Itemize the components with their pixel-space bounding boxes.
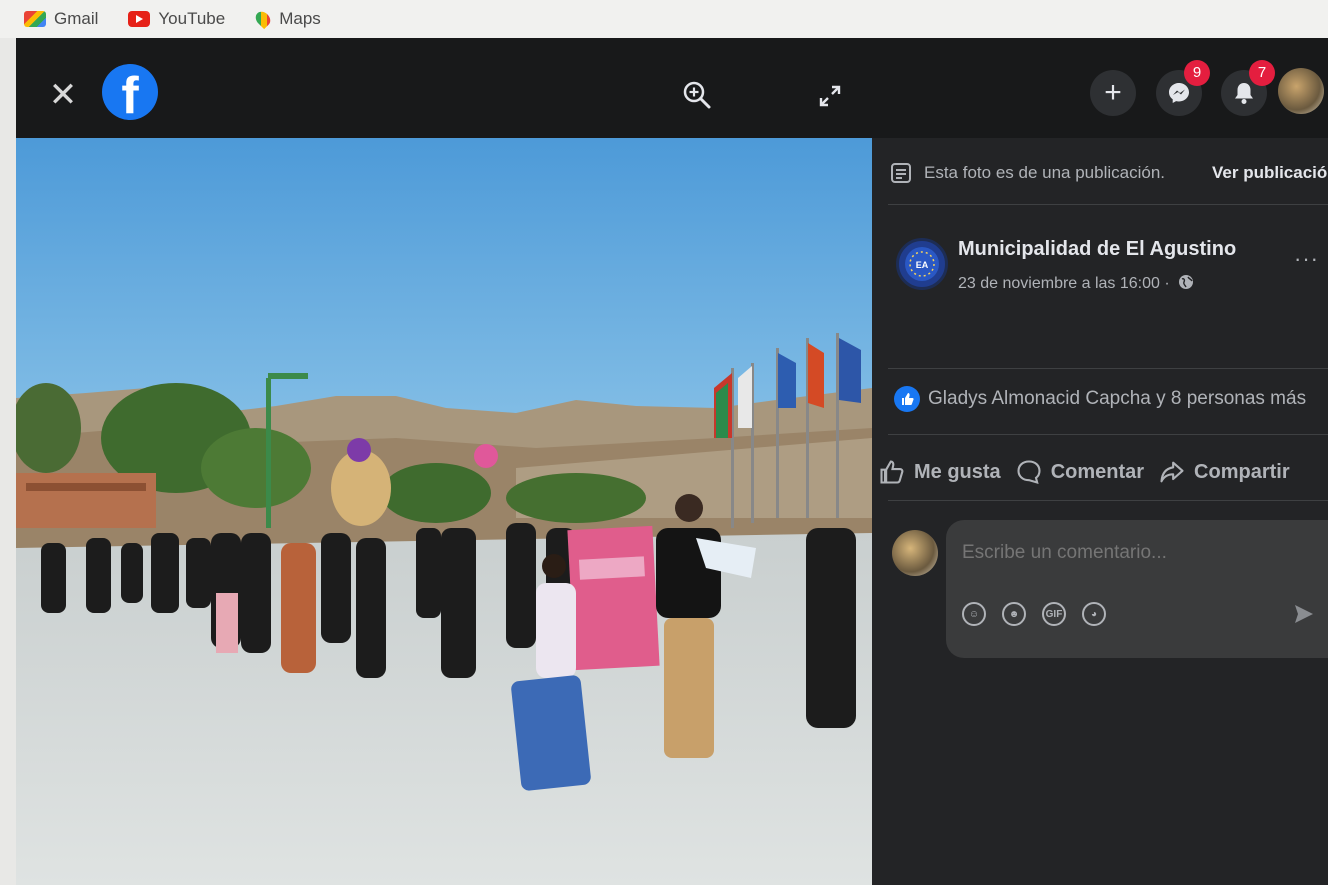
share-label: Compartir [1194, 460, 1290, 483]
gif-icon[interactable]: GIF [1042, 602, 1066, 626]
reactions-summary[interactable]: Gladys Almonacid Capcha y 8 personas más [894, 386, 1306, 412]
comment-tools: ☺ ☻ GIF ◕ [962, 602, 1106, 626]
gmail-icon [24, 11, 46, 27]
share-button[interactable]: Compartir [1158, 458, 1290, 486]
comment-label: Comentar [1050, 460, 1145, 483]
notifications-badge: 7 [1249, 60, 1275, 86]
post-date[interactable]: 23 de noviembre a las 16:00 · [958, 274, 1194, 293]
youtube-icon [128, 11, 151, 27]
post-notice: Esta foto es de una publicación. Ver pub… [890, 158, 1328, 188]
create-button[interactable]: + [1090, 70, 1136, 116]
divider [888, 500, 1328, 501]
bookmark-label: Maps [279, 9, 321, 28]
document-icon [891, 163, 911, 183]
bookmark-gmail[interactable]: Gmail [24, 9, 98, 29]
like-label: Me gusta [914, 460, 1001, 483]
divider [888, 368, 1328, 369]
browser-side-strip [0, 38, 16, 885]
photo-image [16, 138, 872, 885]
thumbs-up-icon [880, 460, 904, 484]
like-button[interactable]: Me gusta [878, 458, 1001, 486]
zoom-in-icon[interactable] [682, 80, 712, 110]
post-side-panel: Esta foto es de una publicación. Ver pub… [872, 138, 1328, 885]
close-button[interactable]: ✕ [46, 78, 80, 112]
comment-input[interactable] [962, 542, 1282, 564]
viewer-top-bar: ✕ f + 9 7 [16, 38, 1328, 138]
more-options-button[interactable]: ··· [1294, 246, 1319, 272]
messenger-badge: 9 [1184, 60, 1210, 86]
send-icon[interactable] [1292, 602, 1316, 626]
divider [888, 434, 1328, 435]
page-name[interactable]: Municipalidad de El Agustino [958, 238, 1236, 261]
share-icon [1160, 461, 1184, 483]
maps-icon [253, 8, 274, 30]
post-date-text: 23 de noviembre a las 16:00 · [958, 275, 1170, 292]
facebook-logo[interactable]: f [102, 64, 158, 120]
notice-text: Esta foto es de una publicación. [924, 163, 1165, 182]
page-logo-icon: EA [905, 247, 939, 281]
like-reaction-icon [894, 386, 920, 412]
fullscreen-icon[interactable] [818, 84, 842, 108]
likes-text: Gladys Almonacid Capcha y 8 personas más [928, 388, 1307, 409]
svg-text:EA: EA [916, 260, 929, 270]
bookmarks-bar: Gmail YouTube Maps [0, 0, 1328, 38]
profile-avatar[interactable] [1278, 68, 1324, 114]
globe-icon [1179, 275, 1194, 289]
emoji-icon[interactable]: ☻ [1002, 602, 1026, 626]
comment-composer: ☺ ☻ GIF ◕ [946, 520, 1328, 658]
divider [888, 204, 1328, 205]
comment-icon [1017, 460, 1041, 485]
avatar-sticker-icon[interactable]: ☺ [962, 602, 986, 626]
commenter-avatar[interactable] [892, 530, 938, 576]
messenger-icon [1169, 83, 1189, 103]
page-avatar[interactable]: EA [896, 238, 948, 290]
bookmark-label: Gmail [54, 9, 99, 28]
bookmark-label: YouTube [158, 9, 226, 28]
bell-icon [1235, 83, 1253, 104]
bookmark-youtube[interactable]: YouTube [128, 9, 225, 29]
sticker-icon[interactable]: ◕ [1082, 602, 1106, 626]
messenger-button[interactable]: 9 [1156, 60, 1210, 116]
notifications-button[interactable]: 7 [1221, 60, 1275, 116]
post-photo[interactable] [16, 138, 872, 885]
comment-button[interactable]: Comentar [1015, 458, 1144, 486]
view-post-link[interactable]: Ver publicación [1212, 163, 1328, 183]
post-actions: Me gusta Comentar Compartir [878, 452, 1328, 492]
plus-icon: + [1104, 76, 1122, 109]
bookmark-maps[interactable]: Maps [253, 8, 321, 30]
